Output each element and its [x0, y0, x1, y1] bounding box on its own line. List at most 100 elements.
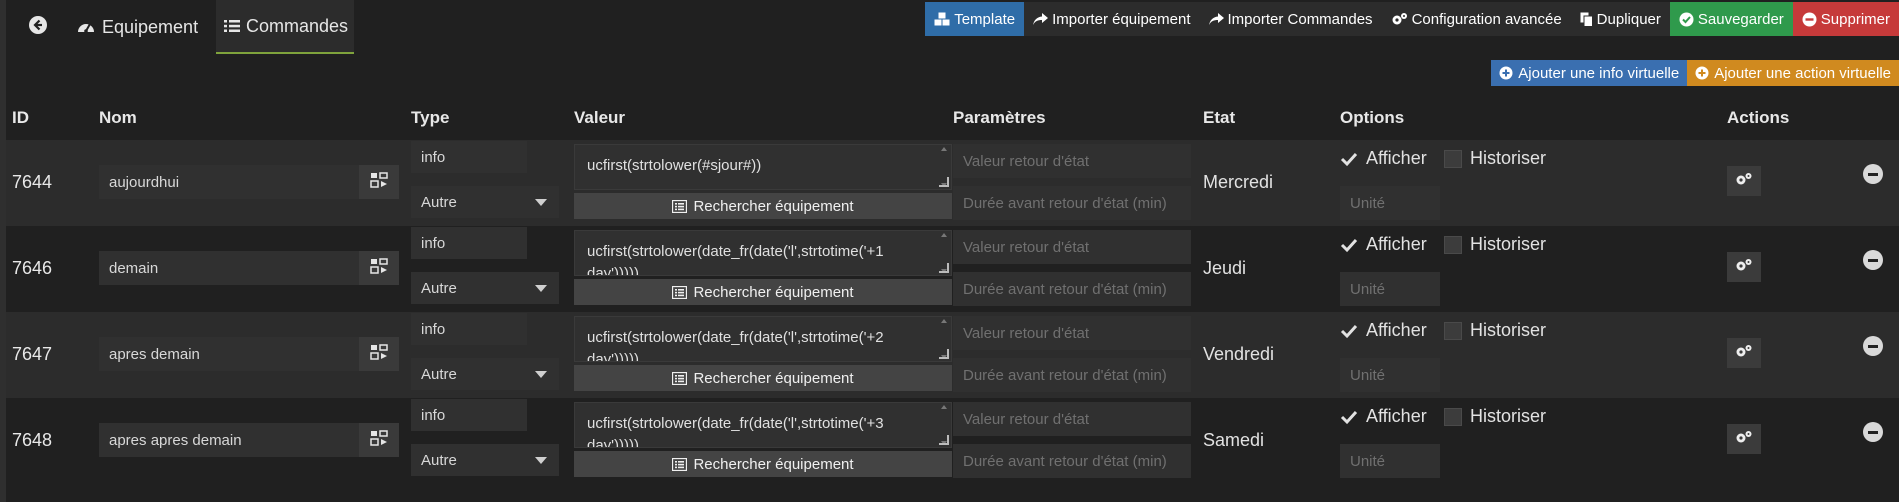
save-button[interactable]: Sauvegarder	[1669, 2, 1793, 36]
return-state-duration-input[interactable]: Durée avant retour d'état (min)	[953, 272, 1191, 306]
header-parametres: Paramètres	[953, 108, 1046, 127]
add-virtual-action-button[interactable]: Ajouter une action virtuelle	[1687, 60, 1899, 86]
advanced-config-button[interactable]: Configuration avancée	[1381, 2, 1571, 36]
textarea-resize-handle[interactable]	[939, 177, 949, 187]
commands-page: Equipement Commandes Template Importer é…	[6, 0, 1899, 502]
header-options: Options	[1340, 108, 1405, 127]
unit-placeholder: Unité	[1350, 280, 1386, 298]
action-toolbar: Template Importer équipement Importer Co…	[925, 2, 1899, 36]
historiser-checkbox[interactable]: Historiser	[1444, 234, 1546, 255]
textarea-resize-handle[interactable]	[939, 435, 949, 445]
back-button[interactable]	[14, 0, 62, 54]
historiser-checkbox[interactable]: Historiser	[1444, 406, 1546, 427]
cmd-name-input[interactable]: apres apres demain	[99, 423, 359, 457]
cmd-value-text: ucfirst(strtolower(#sjour#))	[587, 157, 762, 174]
minus-circle-icon	[1868, 430, 1878, 434]
tab-equipement[interactable]: Equipement	[76, 0, 216, 54]
icon-select-button[interactable]	[359, 165, 399, 199]
cogs-icon	[1735, 344, 1753, 363]
return-state-duration-input[interactable]: Durée avant retour d'état (min)	[953, 358, 1191, 392]
icon-picker-icon	[370, 171, 388, 193]
return-state-value-input[interactable]: Valeur retour d'état	[953, 316, 1191, 350]
cmd-type-field[interactable]: info	[411, 227, 527, 259]
header-type: Type	[411, 108, 450, 127]
icon-select-button[interactable]	[359, 423, 399, 457]
historiser-label: Historiser	[1470, 406, 1547, 426]
cmd-value-textarea[interactable]: ucfirst(strtolower(date_fr(date('l',strt…	[574, 402, 952, 448]
textarea-resize-handle[interactable]	[939, 263, 949, 273]
icon-select-button[interactable]	[359, 251, 399, 285]
tachometer-icon	[76, 18, 96, 36]
table-row: 7647 apres demain info Autre ucfirst(str…	[6, 312, 1899, 398]
historiser-checkbox[interactable]: Historiser	[1444, 320, 1546, 341]
icon-picker-icon	[370, 429, 388, 451]
remove-command-button[interactable]	[1863, 250, 1883, 270]
cmd-name-input[interactable]: apres demain	[99, 337, 359, 371]
import-commands-button[interactable]: Importer Commandes	[1199, 2, 1382, 36]
cmd-type-field[interactable]: info	[411, 399, 527, 431]
cmd-subtype-value: Autre	[421, 193, 457, 211]
cmd-value-text: ucfirst(strtolower(date_fr(date('l',strt…	[587, 329, 884, 362]
check-icon	[1340, 236, 1358, 254]
tab-commandes[interactable]: Commandes	[216, 0, 354, 54]
return-state-duration-placeholder: Durée avant retour d'état (min)	[963, 366, 1167, 384]
list-alt-icon	[672, 285, 688, 299]
afficher-checkbox[interactable]: Afficher	[1340, 148, 1427, 169]
search-equipment-button[interactable]: Rechercher équipement	[574, 365, 952, 391]
import-equipment-button[interactable]: Importer équipement	[1024, 2, 1200, 36]
check-icon	[1340, 150, 1358, 168]
share-icon	[1033, 12, 1049, 26]
add-virtual-info-button[interactable]: Ajouter une info virtuelle	[1491, 60, 1688, 86]
afficher-checkbox[interactable]: Afficher	[1340, 234, 1427, 255]
cmd-value-textarea[interactable]: ucfirst(strtolower(#sjour#))	[574, 144, 952, 190]
return-state-duration-input[interactable]: Durée avant retour d'état (min)	[953, 186, 1191, 220]
advanced-config-row-button[interactable]	[1727, 338, 1761, 368]
advanced-config-row-button[interactable]	[1727, 424, 1761, 454]
return-state-value-input[interactable]: Valeur retour d'état	[953, 230, 1191, 264]
advanced-config-row-button[interactable]	[1727, 166, 1761, 196]
return-state-value-placeholder: Valeur retour d'état	[963, 410, 1089, 428]
delete-button[interactable]: Supprimer	[1792, 2, 1899, 36]
search-equipment-button[interactable]: Rechercher équipement	[574, 193, 952, 219]
unit-input[interactable]: Unité	[1340, 444, 1440, 478]
cmd-id: 7647	[12, 344, 53, 364]
historiser-checkbox[interactable]: Historiser	[1444, 148, 1546, 169]
cmd-name-input[interactable]: demain	[99, 251, 359, 285]
afficher-checkbox[interactable]: Afficher	[1340, 406, 1427, 427]
return-state-value-input[interactable]: Valeur retour d'état	[953, 144, 1191, 178]
cmd-value-textarea[interactable]: ucfirst(strtolower(date_fr(date('l',strt…	[574, 316, 952, 362]
duplicate-button[interactable]: Dupliquer	[1570, 2, 1670, 36]
template-button[interactable]: Template	[925, 2, 1025, 36]
search-equipment-button[interactable]: Rechercher équipement	[574, 279, 952, 305]
unit-placeholder: Unité	[1350, 452, 1386, 470]
return-state-value-input[interactable]: Valeur retour d'état	[953, 402, 1191, 436]
add-virtual-bar: Ajouter une info virtuelle Ajouter une a…	[1491, 60, 1899, 86]
unit-input[interactable]: Unité	[1340, 186, 1440, 220]
cmd-type-field[interactable]: info	[411, 313, 527, 345]
cmd-subtype-select[interactable]: Autre	[411, 186, 559, 218]
textarea-resize-handle[interactable]	[939, 349, 949, 359]
advanced-config-row-button[interactable]	[1727, 252, 1761, 282]
unit-input[interactable]: Unité	[1340, 358, 1440, 392]
cmd-value-textarea[interactable]: ucfirst(strtolower(date_fr(date('l',strt…	[574, 230, 952, 276]
icon-select-button[interactable]	[359, 337, 399, 371]
remove-command-button[interactable]	[1863, 164, 1883, 184]
remove-command-button[interactable]	[1863, 336, 1883, 356]
search-equipment-button[interactable]: Rechercher équipement	[574, 451, 952, 477]
cmd-subtype-select[interactable]: Autre	[411, 444, 559, 476]
return-state-duration-placeholder: Durée avant retour d'état (min)	[963, 280, 1167, 298]
cmd-name-input[interactable]: aujourdhui	[99, 165, 359, 199]
cmd-type-field[interactable]: info	[411, 141, 527, 173]
minus-circle-icon	[1868, 172, 1878, 176]
cmd-subtype-select[interactable]: Autre	[411, 272, 559, 304]
return-state-value-placeholder: Valeur retour d'état	[963, 324, 1089, 342]
search-equipment-label: Rechercher équipement	[693, 369, 854, 387]
remove-command-button[interactable]	[1863, 422, 1883, 442]
cmd-subtype-select[interactable]: Autre	[411, 358, 559, 390]
unit-input[interactable]: Unité	[1340, 272, 1440, 306]
arrow-left-circle-icon	[28, 15, 48, 40]
add-virtual-info-label: Ajouter une info virtuelle	[1518, 64, 1680, 82]
cmd-state-value: Jeudi	[1203, 258, 1247, 278]
return-state-duration-input[interactable]: Durée avant retour d'état (min)	[953, 444, 1191, 478]
afficher-checkbox[interactable]: Afficher	[1340, 320, 1427, 341]
